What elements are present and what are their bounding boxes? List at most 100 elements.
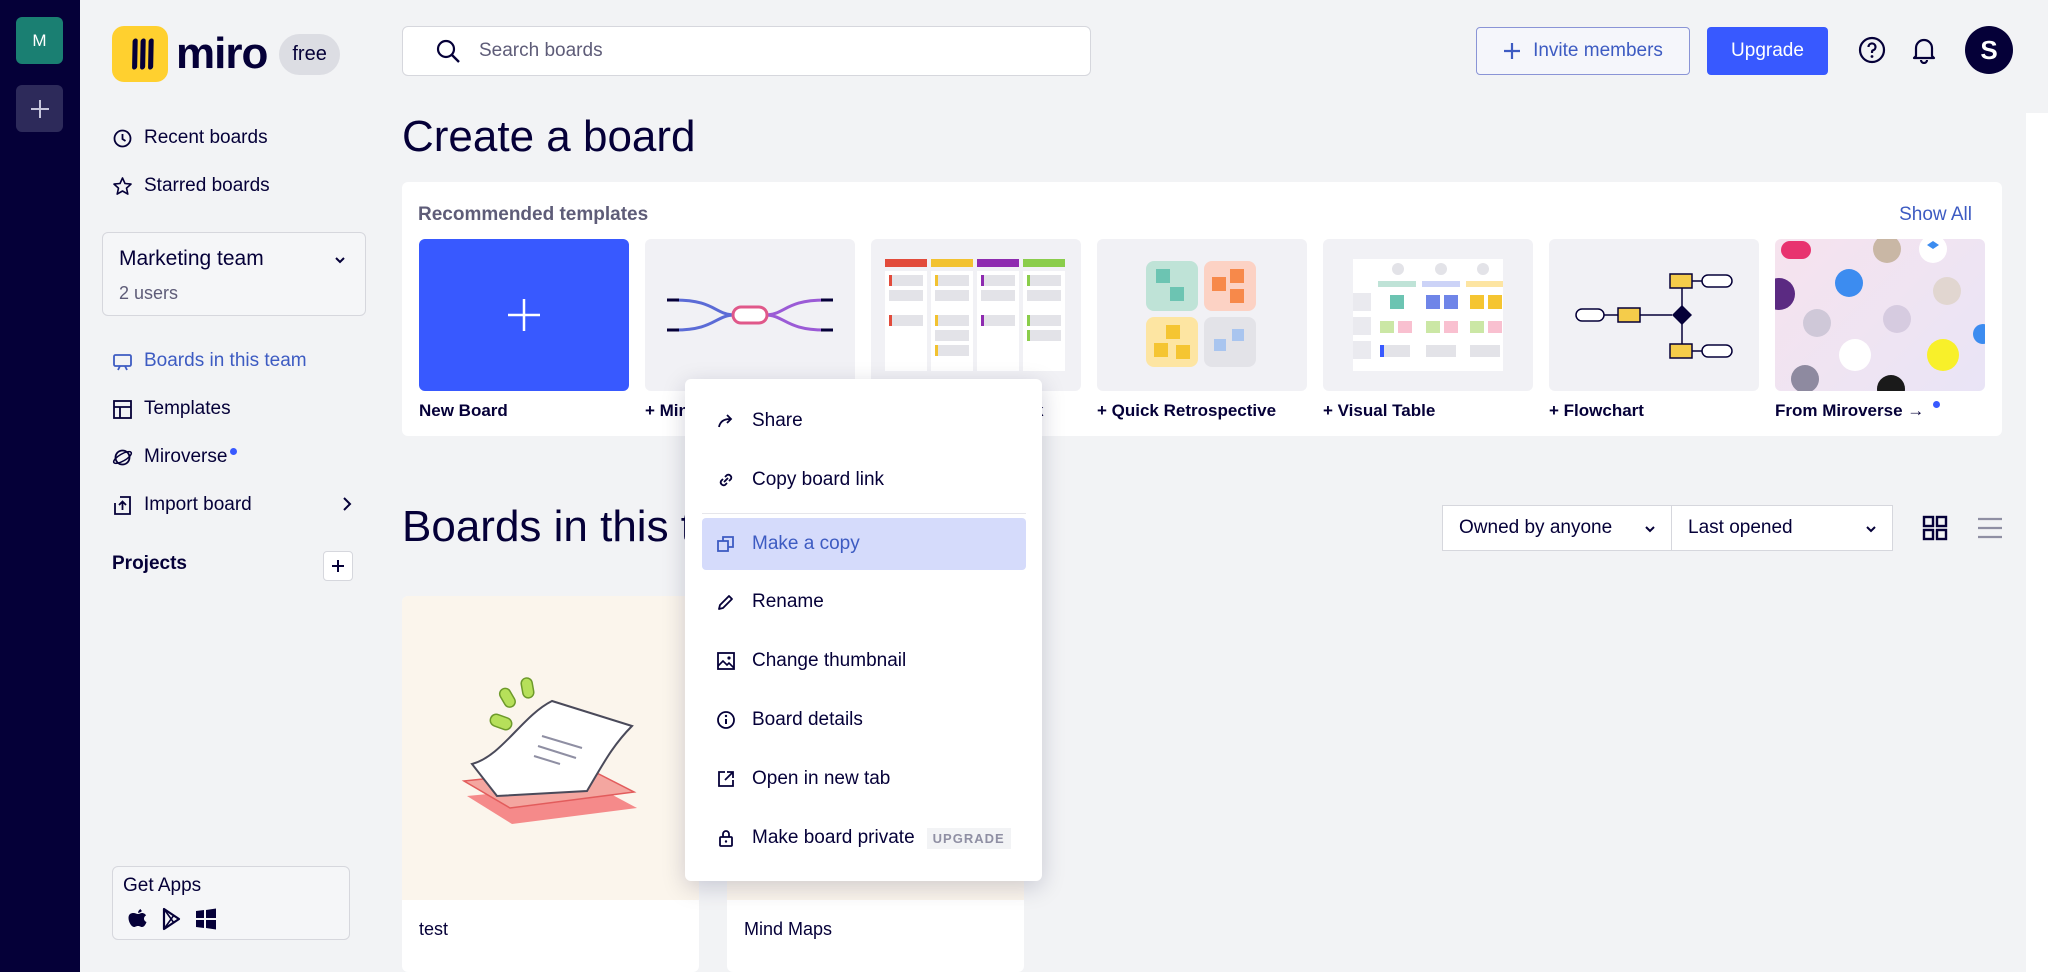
image-icon <box>717 652 735 670</box>
template-label: + Visual Table <box>1323 401 1436 420</box>
sidebar-item-boards-in-team[interactable]: Boards in this team <box>112 346 307 376</box>
visual-table-thumbnail <box>1323 239 1533 391</box>
chevron-down-icon <box>1645 526 1655 533</box>
user-avatar[interactable]: S <box>1965 26 2013 74</box>
sidebar-item-label: Import board <box>144 494 252 515</box>
new-board-thumbnail <box>419 239 629 391</box>
sidebar-item-label: Miroverse <box>144 446 228 467</box>
upgrade-tag: UPGRADE <box>926 827 1011 849</box>
template-from-miroverse[interactable]: From Miroverse → <box>1775 239 1985 421</box>
template-label: New Board <box>419 401 508 420</box>
grid-view-icon[interactable] <box>1922 515 1948 541</box>
plus-icon <box>1504 43 1521 59</box>
miroverse-thumbnail <box>1775 239 1985 391</box>
menu-item-board-details[interactable]: Board details <box>702 694 1026 746</box>
workspace-rail: M <box>0 0 80 972</box>
invite-members-button[interactable]: Invite members <box>1476 27 1690 75</box>
search-icon <box>436 39 460 63</box>
import-icon <box>114 495 131 515</box>
template-label: From Miroverse → <box>1775 401 1985 421</box>
menu-item-rename[interactable]: Rename <box>702 576 1026 628</box>
board-context-menu: Share Copy board link Make a copy Rename… <box>685 379 1042 881</box>
bell-icon[interactable] <box>1911 36 1937 64</box>
sort-filter-select[interactable]: Last opened <box>1671 505 1893 551</box>
board-title: Mind Maps <box>744 919 833 939</box>
scrollbar-track[interactable] <box>2026 113 2048 972</box>
share-icon <box>718 414 733 428</box>
menu-item-share[interactable]: Share <box>702 395 1026 447</box>
plus-icon <box>332 560 344 572</box>
pencil-icon <box>718 595 733 610</box>
sidebar-item-templates[interactable]: Templates <box>112 394 231 424</box>
link-icon <box>719 473 733 487</box>
chevron-down-icon <box>1866 526 1876 533</box>
sidebar-item-recent[interactable]: Recent boards <box>112 123 268 153</box>
template-flowchart[interactable]: + Flowchart <box>1549 239 1759 421</box>
sidebar-item-label: Recent boards <box>144 127 268 148</box>
board-icon <box>113 353 132 370</box>
menu-item-make-private[interactable]: Make board private UPGRADE <box>702 812 1026 864</box>
plan-badge: free <box>279 33 340 75</box>
add-team-button[interactable] <box>16 85 63 132</box>
sidebar: miro free Recent boards Starred boards M… <box>80 0 380 972</box>
brand-name: miro <box>176 29 268 78</box>
upgrade-button[interactable]: Upgrade <box>1707 27 1828 75</box>
miro-logo-icon <box>112 26 168 82</box>
board-card[interactable]: test <box>402 596 699 972</box>
template-visual-table[interactable]: + Visual Table <box>1323 239 1533 421</box>
owner-filter-select[interactable]: Owned by anyone <box>1442 505 1672 551</box>
star-icon <box>113 176 132 195</box>
template-quick-retrospective[interactable]: + Quick Retrospective <box>1097 239 1307 421</box>
board-thumbnail <box>402 596 699 900</box>
sidebar-item-label: Boards in this team <box>144 350 307 371</box>
search-input[interactable] <box>479 40 1039 62</box>
team-selector[interactable]: Marketing team 2 users <box>102 232 366 316</box>
help-icon[interactable] <box>1858 36 1886 64</box>
board-title: test <box>419 919 449 939</box>
menu-divider <box>702 513 1026 514</box>
google-play-icon[interactable] <box>161 907 183 931</box>
get-apps-panel: Get Apps <box>112 866 350 940</box>
chevron-down-icon <box>335 257 345 264</box>
apple-icon[interactable] <box>127 907 149 931</box>
sidebar-item-starred[interactable]: Starred boards <box>112 171 270 201</box>
search-bar[interactable] <box>402 26 1091 76</box>
invite-label: Invite members <box>1533 40 1663 61</box>
menu-item-open-new-tab[interactable]: Open in new tab <box>702 753 1026 805</box>
clock-icon <box>113 129 132 147</box>
templates-icon <box>113 399 132 419</box>
projects-heading: Projects <box>112 553 187 574</box>
team-switcher-button[interactable]: M <box>16 17 63 64</box>
new-indicator-dot <box>230 447 238 455</box>
plus-icon <box>30 99 49 118</box>
get-apps-label: Get Apps <box>123 875 202 896</box>
team-name: Marketing team <box>119 247 264 270</box>
sidebar-item-import[interactable]: Import board <box>112 490 352 520</box>
template-new-board[interactable]: New Board <box>419 239 629 421</box>
retrospective-thumbnail <box>1097 239 1307 391</box>
mind-map-thumbnail <box>645 239 855 391</box>
sidebar-item-label: Starred boards <box>144 175 270 196</box>
miro-logo[interactable]: miro free <box>112 26 340 82</box>
template-label: + Quick Retrospective <box>1097 401 1277 420</box>
show-all-link[interactable]: Show All <box>1899 204 1972 226</box>
info-icon <box>717 711 735 729</box>
planet-icon <box>112 449 133 465</box>
menu-item-copy-link[interactable]: Copy board link <box>702 454 1026 506</box>
sidebar-item-label: Templates <box>144 398 231 419</box>
recommended-templates-heading: Recommended templates <box>418 204 649 225</box>
chevron-right-icon <box>343 497 352 511</box>
recommended-templates-panel: Recommended templates Show All New Board… <box>402 182 2002 436</box>
page-title: Create a board <box>402 112 696 161</box>
duplicate-icon <box>717 536 734 552</box>
menu-item-make-copy[interactable]: Make a copy <box>702 518 1026 570</box>
external-link-icon <box>718 771 734 787</box>
new-indicator-dot <box>1933 401 1940 408</box>
list-view-icon[interactable] <box>1976 515 2002 541</box>
team-user-count: 2 users <box>119 283 179 303</box>
windows-icon[interactable] <box>195 907 217 931</box>
add-project-button[interactable] <box>323 551 353 581</box>
menu-item-change-thumbnail[interactable]: Change thumbnail <box>702 635 1026 687</box>
sidebar-item-miroverse[interactable]: Miroverse <box>112 442 238 472</box>
flowchart-thumbnail <box>1549 239 1759 391</box>
